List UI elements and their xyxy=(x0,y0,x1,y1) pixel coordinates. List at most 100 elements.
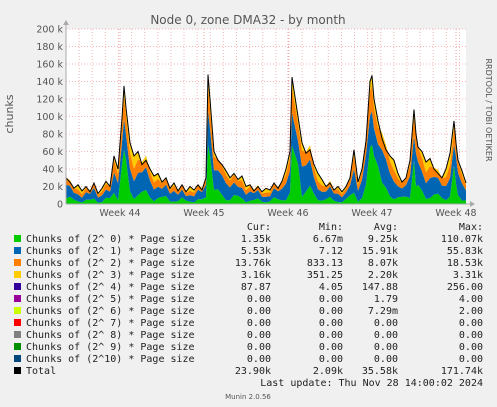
last-update: Last update: Thu Nov 28 14:00:02 2024 xyxy=(260,378,483,389)
legend-value: 0.00 xyxy=(459,330,483,341)
legend-value: 55.83k xyxy=(447,246,483,257)
legend-swatch xyxy=(14,367,21,374)
legend-label: Chunks of (2^ 4) * Page size xyxy=(26,282,195,293)
legend-label: Chunks of (2^ 9) * Page size xyxy=(26,342,195,353)
chart: Node 0, zone DMA32 - by month chunks RRD… xyxy=(3,13,493,401)
legend-label: Chunks of (2^ 3) * Page size xyxy=(26,270,195,281)
y-tick-label: 60 k xyxy=(42,147,63,158)
legend-value: 0.00 xyxy=(319,342,343,353)
footer: Munin 2.0.56 xyxy=(225,393,271,401)
legend-swatch xyxy=(14,355,21,362)
legend-value: 0.00 xyxy=(319,330,343,341)
legend-value: 23.90k xyxy=(235,366,271,377)
legend-swatch xyxy=(14,307,21,314)
legend-column-header: Cur: xyxy=(247,222,271,233)
legend-value: 0.00 xyxy=(247,354,271,365)
legend-value: 2.00 xyxy=(459,306,483,317)
legend-value: 256.00 xyxy=(447,282,483,293)
legend-label: Chunks of (2^ 0) * Page size xyxy=(26,234,195,245)
legend-value: 0.00 xyxy=(247,342,271,353)
legend-value: 0.00 xyxy=(319,318,343,329)
legend-label: Chunks of (2^ 7) * Page size xyxy=(26,318,195,329)
legend-column-header: Max: xyxy=(459,222,483,233)
legend-label: Total xyxy=(26,366,56,377)
legend-value: 2.20k xyxy=(368,270,398,281)
legend-value: 4.00 xyxy=(459,294,483,305)
legend-value: 1.35k xyxy=(241,234,271,245)
chart-title: Node 0, zone DMA32 - by month xyxy=(150,13,345,27)
legend-value: 0.00 xyxy=(319,306,343,317)
legend-value: 2.09k xyxy=(313,366,343,377)
y-tick-label: 80 k xyxy=(42,130,63,141)
legend-value: 351.25 xyxy=(307,270,343,281)
legend-swatch xyxy=(14,271,21,278)
y-tick-label: 100 k xyxy=(36,112,63,123)
legend-label: Chunks of (2^ 1) * Page size xyxy=(26,246,195,257)
legend-label: Chunks of (2^10) * Page size xyxy=(26,354,195,365)
legend-value: 8.07k xyxy=(368,258,398,269)
legend-value: 5.53k xyxy=(241,246,271,257)
x-axis-arrow xyxy=(470,201,475,207)
legend-value: 4.05 xyxy=(319,282,343,293)
y-tick-label: 160 k xyxy=(36,60,63,71)
legend-label: Chunks of (2^ 5) * Page size xyxy=(26,294,195,305)
legend-value: 147.88 xyxy=(362,282,398,293)
legend-value: 0.00 xyxy=(247,306,271,317)
legend-swatch xyxy=(14,235,21,242)
legend-column-header: Min: xyxy=(319,222,343,233)
legend-value: 1.79 xyxy=(374,294,398,305)
legend-value: 0.00 xyxy=(319,294,343,305)
x-tick-label: Week 48 xyxy=(435,208,476,219)
y-axis-arrow xyxy=(63,20,69,25)
legend-value: 110.07k xyxy=(441,234,483,245)
y-tick-label: 140 k xyxy=(36,77,63,88)
legend-swatch xyxy=(14,295,21,302)
legend-value: 0.00 xyxy=(459,354,483,365)
legend-swatch xyxy=(14,331,21,338)
legend-value: 0.00 xyxy=(374,342,398,353)
legend-column-header: Avg: xyxy=(374,222,398,233)
y-tick-label: 200 k xyxy=(36,25,63,36)
legend-value: 7.12 xyxy=(319,246,343,257)
legend-label: Chunks of (2^ 8) * Page size xyxy=(26,330,195,341)
legend-value: 7.29m xyxy=(368,306,398,317)
y-axis-label: chunks xyxy=(3,94,16,133)
legend-value: 0.00 xyxy=(459,342,483,353)
legend-swatch xyxy=(14,283,21,290)
y-tick-label: 40 k xyxy=(42,165,63,176)
legend-value: 13.76k xyxy=(235,258,271,269)
legend-value: 3.16k xyxy=(241,270,271,281)
x-tick-label: Week 44 xyxy=(99,208,140,219)
legend-value: 0.00 xyxy=(247,330,271,341)
legend-value: 0.00 xyxy=(247,318,271,329)
legend-value: 9.25k xyxy=(368,234,398,245)
legend-label: Chunks of (2^ 6) * Page size xyxy=(26,306,195,317)
legend-value: 6.67m xyxy=(313,234,343,245)
watermark: RRDTOOL / TOBI OETIKER xyxy=(484,58,493,161)
legend-label: Chunks of (2^ 2) * Page size xyxy=(26,258,195,269)
legend-value: 0.00 xyxy=(374,330,398,341)
x-tick-label: Week 45 xyxy=(183,208,224,219)
legend-value: 0.00 xyxy=(374,318,398,329)
legend-value: 0.00 xyxy=(459,318,483,329)
x-tick-label: Week 47 xyxy=(351,208,392,219)
y-tick-label: 0 xyxy=(57,200,63,211)
legend-value: 35.58k xyxy=(362,366,398,377)
legend-swatch xyxy=(14,343,21,350)
legend-value: 0.00 xyxy=(319,354,343,365)
legend-value: 0.00 xyxy=(374,354,398,365)
x-tick-label: Week 46 xyxy=(267,208,308,219)
legend-value: 18.53k xyxy=(447,258,483,269)
legend-value: 0.00 xyxy=(247,294,271,305)
y-tick-label: 20 k xyxy=(42,182,63,193)
y-tick-label: 120 k xyxy=(36,95,63,106)
legend-swatch xyxy=(14,247,21,254)
legend-swatch xyxy=(14,259,21,266)
legend-value: 171.74k xyxy=(441,366,483,377)
legend-value: 3.31k xyxy=(453,270,483,281)
legend-value: 15.91k xyxy=(362,246,398,257)
legend-value: 833.13 xyxy=(307,258,343,269)
legend-value: 87.87 xyxy=(241,282,271,293)
y-tick-label: 180 k xyxy=(36,42,63,53)
legend-swatch xyxy=(14,319,21,326)
